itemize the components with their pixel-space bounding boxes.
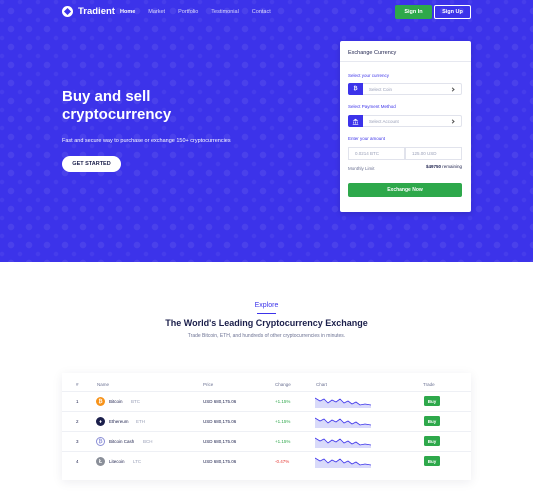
navbar: Tradient Home Market Portfolio Testimoni… bbox=[0, 0, 533, 26]
coin-price: USD 680,175.06 bbox=[203, 399, 237, 404]
header-name: Name bbox=[97, 382, 110, 387]
nav-link-contact[interactable]: Contact bbox=[252, 9, 271, 15]
header-chart: Chart bbox=[316, 382, 328, 387]
limit-suffix: remaining bbox=[442, 164, 462, 169]
limit-amount: $49750 bbox=[425, 164, 441, 169]
logo-icon bbox=[62, 6, 73, 17]
litecoin-icon: Ł bbox=[96, 457, 105, 466]
payment-label: Select Payment Method bbox=[348, 104, 396, 109]
row-number: 1 bbox=[76, 399, 79, 404]
coin-change: -0.47% bbox=[275, 459, 290, 464]
exchange-card: Exchange Currency Select your currency ₿… bbox=[340, 41, 471, 212]
chevron-right-icon bbox=[450, 86, 455, 92]
amount-label: Enter your amount bbox=[348, 136, 386, 141]
bank-icon bbox=[348, 115, 363, 127]
buy-button[interactable]: Buy bbox=[424, 416, 440, 426]
table-row: 2 ♦ Ethereum ETH USD 680,175.06 +1.15% B… bbox=[62, 411, 471, 431]
explore-title: The World's Leading Cryptocurrency Excha… bbox=[165, 318, 368, 328]
header-change: Change bbox=[275, 382, 291, 387]
bitcoin-cash-icon: ₿ bbox=[96, 437, 105, 446]
coin-name: Litecoin bbox=[109, 459, 125, 464]
amount-usd-input[interactable]: 125.00 USD bbox=[405, 147, 462, 160]
coin-price: USD 680,175.06 bbox=[203, 459, 237, 464]
coin-name: Ethereum bbox=[109, 419, 129, 424]
chevron-right-icon bbox=[450, 118, 455, 124]
header-number: # bbox=[76, 382, 79, 387]
row-number: 2 bbox=[76, 419, 79, 424]
sparkline-chart bbox=[315, 437, 371, 448]
currency-label: Select your currency bbox=[348, 73, 390, 78]
header-price: Price bbox=[203, 382, 214, 387]
coin-price: USD 680,175.06 bbox=[203, 419, 237, 424]
coin-symbol: BTC bbox=[131, 399, 140, 404]
coin-price: USD 680,175.06 bbox=[203, 439, 237, 444]
nav-link-home[interactable]: Home bbox=[120, 9, 135, 15]
coin-select-placeholder: Select Coin bbox=[369, 86, 393, 92]
brand-logo[interactable]: Tradient bbox=[62, 6, 115, 17]
table-row: 4 Ł Litecoin LTC USD 680,175.06 -0.47% B… bbox=[62, 451, 471, 471]
account-select-placeholder: Select Account bbox=[369, 118, 399, 124]
header-trade: Trade bbox=[423, 382, 435, 387]
buy-button[interactable]: Buy bbox=[424, 436, 440, 446]
nav-link-market[interactable]: Market bbox=[148, 9, 165, 15]
nav-link-testimonial[interactable]: Testimonial bbox=[211, 9, 239, 15]
hero-subtitle: Fast and secure way to purchase or excha… bbox=[62, 138, 231, 144]
coin-symbol: BCH bbox=[143, 439, 153, 444]
amount-btc-input[interactable]: 0.0214 BTC bbox=[348, 147, 405, 160]
buy-button[interactable]: Buy bbox=[424, 396, 440, 406]
bitcoin-icon: ₿ bbox=[348, 83, 363, 95]
table-row: 1 ₿ Bitcoin BTC USD 680,175.06 +1.15% Bu… bbox=[62, 391, 471, 411]
hero-title: Buy and sell cryptocurrency bbox=[62, 88, 172, 123]
exchange-card-title: Exchange Currency bbox=[348, 50, 397, 56]
buy-button[interactable]: Buy bbox=[424, 456, 440, 466]
hero-section: Tradient Home Market Portfolio Testimoni… bbox=[0, 0, 533, 262]
sign-in-button[interactable]: Sign In bbox=[395, 5, 432, 19]
explore-tag: Explore bbox=[254, 302, 279, 309]
coin-change: +1.15% bbox=[275, 419, 291, 424]
sparkline-chart bbox=[315, 417, 371, 428]
monthly-limit-label: Monthly Limit bbox=[348, 166, 375, 171]
row-number: 4 bbox=[76, 459, 79, 464]
coin-select[interactable]: ₿ Select Coin bbox=[348, 83, 462, 95]
sign-up-button[interactable]: Sign Up bbox=[434, 5, 471, 19]
brand-name: Tradient bbox=[78, 6, 115, 17]
monthly-limit-value: $49750 remaining bbox=[426, 164, 462, 169]
ethereum-icon: ♦ bbox=[96, 417, 105, 426]
account-select[interactable]: Select Account bbox=[348, 115, 462, 127]
coin-change: +1.15% bbox=[275, 399, 291, 404]
explore-underline bbox=[257, 313, 276, 314]
sparkline-chart bbox=[315, 457, 371, 468]
nav-links: Home Market Portfolio Testimonial Contac… bbox=[120, 9, 271, 15]
coin-symbol: ETH bbox=[136, 419, 145, 424]
explore-subtitle: Trade Bitcoin, ETH, and hundreds of othe… bbox=[187, 333, 346, 339]
coin-change: +1.15% bbox=[275, 439, 291, 444]
coin-name: Bitcoin bbox=[109, 399, 123, 404]
get-started-button[interactable]: GET STARTED bbox=[62, 156, 121, 172]
bitcoin-icon: ₿ bbox=[96, 397, 105, 406]
row-number: 3 bbox=[76, 439, 79, 444]
nav-link-portfolio[interactable]: Portfolio bbox=[178, 9, 198, 15]
exchange-now-button[interactable]: Exchange Now bbox=[348, 183, 462, 197]
coin-name: Bitcoin Cash bbox=[109, 439, 135, 444]
coin-symbol: LTC bbox=[133, 459, 142, 464]
table-row: 3 ₿ Bitcoin Cash BCH USD 680,175.06 +1.1… bbox=[62, 431, 471, 451]
card-divider bbox=[340, 61, 471, 62]
sparkline-chart bbox=[315, 397, 371, 408]
market-table: # Name Price Change Chart Trade 1 ₿ Bitc… bbox=[62, 373, 471, 480]
